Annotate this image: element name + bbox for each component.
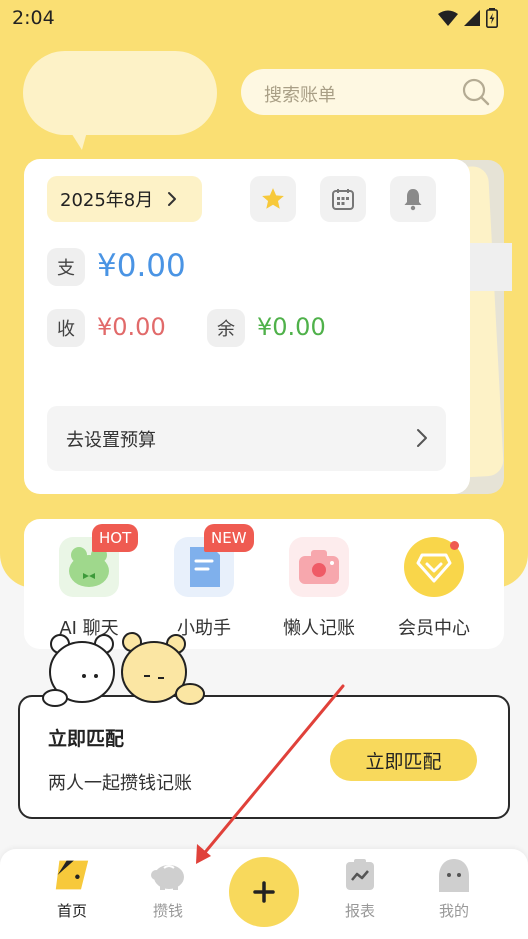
bell-icon [404, 189, 422, 211]
nav-item-savings[interactable]: 攒钱 [128, 857, 208, 927]
feature-label: 懒人记账 [283, 618, 355, 639]
star-icon [262, 188, 284, 209]
balance-value: ¥0.00 [257, 313, 326, 341]
camera-icon [289, 537, 349, 597]
hot-badge: HOT [92, 524, 139, 552]
match-button[interactable]: 立即匹配 [330, 739, 477, 781]
feature-assistant[interactable]: NEW 小助手 [149, 524, 259, 638]
status-time: 2:04 [12, 7, 55, 29]
search-placeholder: 搜索账单 [264, 85, 336, 106]
piggy-bank-icon [150, 857, 186, 893]
income-label: 收 [47, 309, 85, 347]
search-icon[interactable] [462, 78, 490, 106]
white-bear-mascot [42, 634, 115, 707]
nav-label-profile: 我的 [438, 902, 469, 920]
home-icon [54, 857, 90, 893]
expense-value: ¥0.00 [97, 248, 186, 284]
nav-label-home: 首页 [56, 902, 87, 920]
match-title: 立即匹配 [48, 728, 125, 750]
yellow-bear-mascot [121, 632, 205, 705]
match-card: 立即匹配 两人一起攒钱记账 立即匹配 [18, 695, 510, 819]
feature-ai-chat[interactable]: HOT AI 聊天 [34, 524, 144, 638]
plus-icon [253, 881, 275, 903]
feature-lazy-bookkeeping[interactable]: 懒人记账 [264, 537, 374, 639]
wifi-icon [438, 10, 458, 26]
nav-item-home[interactable]: 首页 [32, 857, 112, 927]
search-bar[interactable]: 搜索账单 [241, 69, 504, 115]
favorite-button[interactable] [250, 176, 296, 222]
add-record-button[interactable] [229, 857, 299, 927]
battery-icon [486, 8, 498, 28]
month-label: 2025年8月 [60, 190, 154, 211]
calendar-icon [332, 189, 354, 210]
bear-mascots-illustration [42, 632, 205, 707]
report-icon [342, 857, 378, 893]
nav-item-profile[interactable]: 我的 [414, 857, 494, 927]
balance-label: 余 [207, 309, 245, 347]
nav-item-report[interactable]: 报表 [320, 857, 400, 927]
status-bar: 2:04 [0, 0, 528, 36]
set-budget-button[interactable]: 去设置预算 [47, 406, 446, 471]
notification-button[interactable] [390, 176, 436, 222]
new-badge: NEW [204, 524, 254, 552]
chevron-right-icon [168, 192, 177, 206]
speech-bubble [23, 51, 217, 135]
status-icons [438, 8, 498, 28]
match-subtitle: 两人一起攒钱记账 [48, 773, 192, 794]
profile-icon [436, 857, 472, 893]
summary-card: 2025年8月 支 ¥0.00 收 ¥0.00 余 ¥0.00 去设置预算 [24, 159, 470, 494]
expense-label: 支 [47, 248, 85, 286]
feature-label: 会员中心 [398, 618, 470, 639]
month-selector[interactable]: 2025年8月 [47, 176, 202, 222]
signal-icon [464, 10, 480, 26]
speech-bubble-tail [68, 128, 92, 150]
bottom-nav: 首页 攒钱 报表 我的 [0, 849, 528, 939]
notification-dot [450, 541, 459, 550]
nav-label-report: 报表 [344, 902, 375, 920]
feature-vip-center[interactable]: 会员中心 [379, 537, 489, 639]
budget-label: 去设置预算 [66, 430, 156, 451]
income-value: ¥0.00 [97, 313, 166, 341]
calendar-button[interactable] [320, 176, 366, 222]
chevron-right-icon [417, 429, 427, 447]
nav-label-savings: 攒钱 [152, 902, 183, 920]
